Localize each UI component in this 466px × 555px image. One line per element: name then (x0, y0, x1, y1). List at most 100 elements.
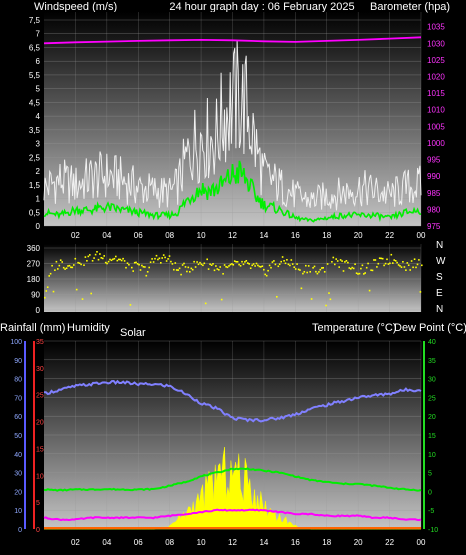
direction-point (84, 256, 87, 258)
direction-point (358, 272, 361, 275)
direction-point (260, 266, 262, 268)
temperature-tick-label: 40 (428, 339, 436, 346)
direction-tick-label: 180 (27, 275, 41, 284)
x-tick-label: 14 (259, 231, 268, 240)
direction-point (128, 263, 130, 266)
direction-point (415, 266, 417, 269)
direction-point (419, 291, 422, 293)
direction-point (94, 253, 97, 256)
direction-point (106, 262, 108, 265)
direction-point (321, 267, 323, 269)
direction-point (89, 254, 91, 256)
barometer-tick-label: 980 (427, 205, 441, 214)
direction-point (261, 265, 264, 267)
direction-point (197, 263, 200, 266)
direction-point (161, 257, 163, 259)
x-tick-label: 18 (322, 538, 331, 547)
direction-point (258, 265, 261, 268)
direction-point (373, 259, 375, 261)
direction-point (399, 265, 401, 267)
direction-point (383, 264, 385, 267)
direction-point (347, 261, 349, 264)
direction-point (377, 262, 380, 265)
direction-point (187, 266, 190, 269)
direction-point (123, 260, 126, 262)
direction-point (222, 273, 224, 275)
direction-point (371, 269, 374, 272)
direction-point (297, 268, 300, 271)
direction-point (219, 266, 221, 268)
direction-point (328, 292, 330, 294)
direction-point (120, 259, 123, 262)
direction-point (274, 263, 277, 266)
humidity-tick-label: 100 (10, 339, 22, 346)
direction-point (264, 273, 266, 276)
direction-point (86, 260, 88, 262)
direction-point (305, 264, 307, 267)
direction-point (348, 267, 351, 269)
direction-point (70, 266, 72, 269)
direction-point (91, 260, 94, 262)
windspeed-tick-label: 1,5 (29, 181, 41, 190)
direction-point (48, 275, 50, 277)
direction-point (281, 256, 284, 258)
direction-point (387, 263, 390, 265)
direction-point (186, 270, 188, 273)
barometer-tick-label: 1025 (427, 56, 445, 65)
rainfall-tick-label: 10 (36, 473, 44, 480)
barometer-tick-label: 975 (427, 222, 441, 231)
compass-labels: NWSEN (436, 240, 446, 315)
direction-point (141, 264, 143, 267)
direction-point (180, 273, 182, 276)
direction-point (363, 273, 365, 275)
direction-point (148, 266, 150, 269)
direction-point (248, 263, 250, 265)
direction-point (152, 261, 155, 263)
direction-point (394, 260, 397, 262)
direction-point (49, 272, 52, 275)
dewpoint-axis-title: Dew Point (°C) (394, 322, 466, 334)
direction-point (113, 257, 116, 260)
barometer-tick-label: 1005 (427, 122, 445, 131)
direction-point (306, 271, 308, 274)
direction-point (151, 258, 153, 260)
direction-point (332, 256, 335, 259)
direction-point (316, 272, 319, 275)
windspeed-tick-label: 5,5 (29, 71, 41, 80)
direction-point (418, 259, 420, 261)
direction-point (75, 288, 78, 291)
direction-point (87, 255, 90, 258)
direction-point (409, 269, 411, 271)
direction-point (162, 254, 165, 256)
direction-point (44, 296, 46, 299)
humidity-tick-label: 50 (14, 433, 22, 440)
x-tick-label: 22 (385, 538, 394, 547)
windspeed-tick-label: 1 (36, 195, 41, 204)
direction-point (115, 255, 117, 258)
direction-point (46, 286, 49, 288)
direction-point (90, 292, 92, 295)
direction-point (73, 264, 75, 266)
direction-point (62, 266, 65, 269)
direction-point (325, 304, 327, 307)
windspeed-tick-label: 4 (36, 112, 41, 121)
direction-point (59, 259, 62, 261)
direction-point (99, 253, 101, 255)
direction-point (326, 263, 329, 265)
direction-point (350, 268, 352, 270)
direction-point (380, 257, 382, 260)
direction-point (244, 261, 246, 263)
windspeed-tick-label: 3,5 (29, 126, 41, 135)
direction-point (247, 262, 249, 264)
graph-title: 24 hour graph day : 06 February 2025 (169, 1, 354, 13)
direction-point (139, 269, 142, 271)
windspeed-tick-label: 7 (36, 30, 41, 39)
direction-point (303, 271, 306, 273)
direction-point (421, 264, 423, 267)
humidity-tick-label: 80 (14, 377, 22, 384)
direction-point (390, 253, 393, 256)
x-tick-label: 18 (322, 231, 331, 240)
direction-point (378, 257, 381, 259)
direction-point (194, 266, 197, 268)
direction-point (103, 255, 105, 257)
